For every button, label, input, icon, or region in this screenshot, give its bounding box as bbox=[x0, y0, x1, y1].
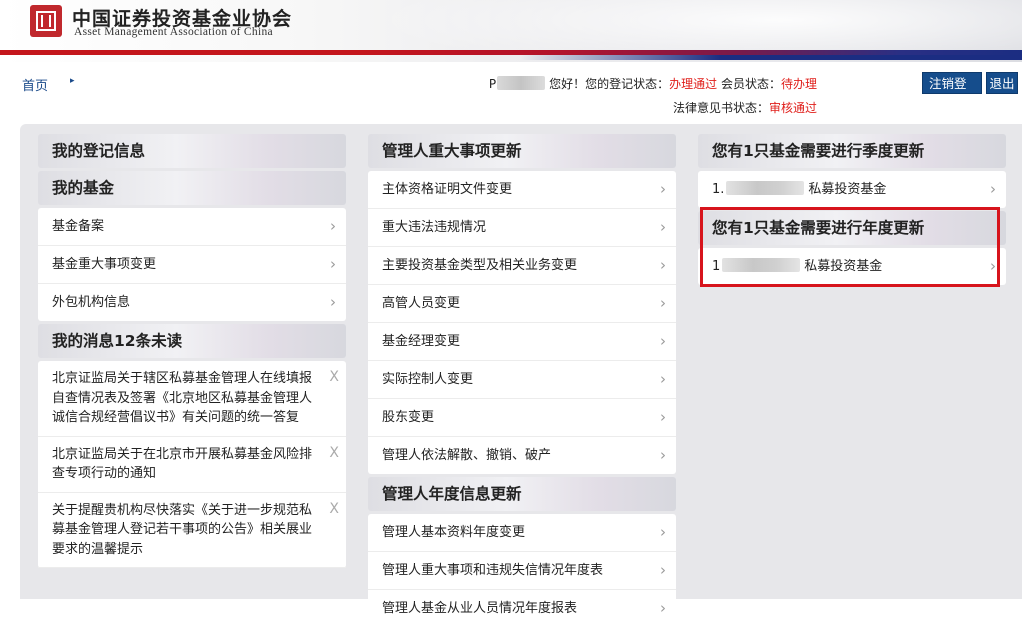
fund-index: 1. bbox=[712, 182, 725, 197]
menu-item-fund-major-change[interactable]: 基金重大事项变更 › bbox=[38, 246, 346, 284]
chevron-right-icon: › bbox=[660, 523, 666, 541]
menu-item-label: 基金经理变更 bbox=[382, 334, 461, 349]
menu-item-fund-type-change[interactable]: 主要投资基金类型及相关业务变更 › bbox=[368, 247, 676, 285]
redacted-fund-name bbox=[726, 181, 805, 195]
column-fund-updates: 您有1只基金需要进行季度更新 1. 私募投资基金 › 您有1只基金需要进行年度更新 … bbox=[698, 134, 1006, 288]
status-line: P 您好！您的登记状态：办理通过 会员状态：待办理 bbox=[489, 75, 817, 92]
annual-fund-item[interactable]: 1 私募投资基金 › bbox=[698, 248, 1006, 285]
fund-type: 私募投资基金 bbox=[808, 182, 887, 197]
chevron-right-icon: › bbox=[330, 217, 336, 235]
menu-item-label: 外包机构信息 bbox=[52, 295, 131, 310]
menu-item-label: 高管人员变更 bbox=[382, 296, 461, 311]
annual-fund-list: 1 私募投资基金 › bbox=[698, 248, 1006, 285]
org-name-en: Asset Management Association of China bbox=[74, 26, 273, 38]
user-prefix: P bbox=[488, 77, 497, 91]
reg-status: 办理通过 bbox=[669, 77, 718, 91]
header-stripe-blue bbox=[520, 55, 1022, 60]
legal-label: 法律意见书状态： bbox=[672, 101, 769, 115]
chevron-right-icon: › bbox=[660, 446, 666, 464]
major-updates-menu: 主体资格证明文件变更 › 重大违法违规情况 › 主要投资基金类型及相关业务变更 › 高… bbox=[368, 171, 676, 474]
section-annual-fund-update: 您有1只基金需要进行年度更新 bbox=[698, 211, 1006, 245]
legal-status: 审核通过 bbox=[768, 101, 817, 115]
message-item[interactable]: 关于提醒贵机构尽快落实《关于进一步规范私募基金管理人登记若干事项的公告》相关展业… bbox=[38, 493, 346, 568]
quarterly-fund-item[interactable]: 1. 私募投资基金 › bbox=[698, 171, 1006, 208]
chevron-right-icon: › bbox=[660, 332, 666, 350]
menu-item-label: 基金重大事项变更 bbox=[52, 257, 157, 272]
menu-item-qualification-change[interactable]: 主体资格证明文件变更 › bbox=[368, 171, 676, 209]
menu-item-label: 重大违法违规情况 bbox=[382, 220, 487, 235]
message-list: 北京证监局关于辖区私募基金管理人在线填报自查情况表及签署《北京地区私募基金管理人… bbox=[38, 361, 346, 568]
section-annual-updates: 管理人年度信息更新 bbox=[368, 477, 676, 511]
section-major-updates: 管理人重大事项更新 bbox=[368, 134, 676, 168]
site-header: 中国证券投资基金业协会 Asset Management Association… bbox=[0, 0, 1022, 62]
menu-item-annual-violations[interactable]: 管理人重大事项和违规失信情况年度表 › bbox=[368, 552, 676, 590]
close-icon[interactable]: X bbox=[329, 444, 339, 464]
menu-item-annual-basic-info[interactable]: 管理人基本资料年度变更 › bbox=[368, 514, 676, 552]
message-text: 关于提醒贵机构尽快落实《关于进一步规范私募基金管理人登记若干事项的公告》相关展业… bbox=[52, 502, 313, 557]
menu-item-label: 主体资格证明文件变更 bbox=[382, 182, 513, 197]
section-messages: 我的消息12条未读 bbox=[38, 324, 346, 358]
fund-type: 私募投资基金 bbox=[804, 259, 883, 274]
member-label: 会员状态： bbox=[720, 77, 781, 91]
fund-index: 1 bbox=[712, 259, 721, 274]
redacted-username bbox=[497, 76, 546, 90]
column-my-info: 我的登记信息 我的基金 基金备案 › 基金重大事项变更 › 外包机构信息 › 我的消息… bbox=[38, 134, 346, 571]
menu-item-label: 管理人重大事项和违规失信情况年度表 bbox=[382, 563, 604, 578]
logout-button[interactable]: 退出 bbox=[986, 72, 1018, 94]
section-my-funds: 我的基金 bbox=[38, 171, 346, 205]
cancel-registration-button[interactable]: 注销登记 bbox=[922, 72, 982, 113]
menu-item-label: 管理人基金从业人员情况年度报表 bbox=[382, 601, 578, 616]
section-quarterly-update: 您有1只基金需要进行季度更新 bbox=[698, 134, 1006, 168]
menu-item-executive-change[interactable]: 高管人员变更 › bbox=[368, 285, 676, 323]
amac-logo-icon bbox=[30, 5, 62, 37]
greeting-text: 您好！您的登记状态： bbox=[549, 77, 670, 91]
chevron-right-icon: › bbox=[660, 294, 666, 312]
legal-status-line: 法律意见书状态：审核通过 bbox=[673, 99, 817, 116]
member-status: 待办理 bbox=[780, 77, 817, 91]
chevron-right-icon: › bbox=[660, 599, 666, 617]
menu-item-violations[interactable]: 重大违法违规情况 › bbox=[368, 209, 676, 247]
menu-item-controller-change[interactable]: 实际控制人变更 › bbox=[368, 361, 676, 399]
chevron-right-icon: › bbox=[660, 218, 666, 236]
home-link[interactable]: 首页 bbox=[22, 75, 48, 94]
quarterly-fund-list: 1. 私募投资基金 › bbox=[698, 171, 1006, 208]
menu-item-fund-manager-change[interactable]: 基金经理变更 › bbox=[368, 323, 676, 361]
menu-item-outsourcing-info[interactable]: 外包机构信息 › bbox=[38, 284, 346, 321]
menu-item-label: 主要投资基金类型及相关业务变更 bbox=[382, 258, 578, 273]
menu-item-label: 管理人基本资料年度变更 bbox=[382, 525, 526, 540]
menu-item-label: 基金备案 bbox=[52, 219, 105, 234]
annual-updates-menu: 管理人基本资料年度变更 › 管理人重大事项和违规失信情况年度表 › 管理人基金从业人… bbox=[368, 514, 676, 627]
menu-item-label: 股东变更 bbox=[382, 410, 435, 425]
chevron-right-icon: › bbox=[990, 180, 996, 198]
chevron-right-icon: › bbox=[990, 257, 996, 275]
fund-menu: 基金备案 › 基金重大事项变更 › 外包机构信息 › bbox=[38, 208, 346, 321]
chevron-right-icon: › bbox=[330, 255, 336, 273]
menu-item-dissolution[interactable]: 管理人依法解散、撤销、破产 › bbox=[368, 437, 676, 474]
close-icon[interactable]: X bbox=[329, 368, 339, 388]
message-item[interactable]: 北京证监局关于在北京市开展私募基金风险排查专项行动的通知 X bbox=[38, 437, 346, 493]
menu-item-annual-staff[interactable]: 管理人基金从业人员情况年度报表 › bbox=[368, 590, 676, 627]
close-icon[interactable]: X bbox=[329, 500, 339, 520]
chevron-right-icon: › bbox=[660, 370, 666, 388]
breadcrumb-arrow-icon: ▸ bbox=[70, 76, 75, 86]
message-item[interactable]: 北京证监局关于辖区私募基金管理人在线填报自查情况表及签署《北京地区私募基金管理人… bbox=[38, 361, 346, 437]
menu-item-label: 实际控制人变更 bbox=[382, 372, 474, 387]
menu-item-fund-filing[interactable]: 基金备案 › bbox=[38, 208, 346, 246]
menu-item-shareholder-change[interactable]: 股东变更 › bbox=[368, 399, 676, 437]
message-text: 北京证监局关于辖区私募基金管理人在线填报自查情况表及签署《北京地区私募基金管理人… bbox=[52, 371, 313, 425]
section-registration-info[interactable]: 我的登记信息 bbox=[38, 134, 346, 168]
menu-item-label: 管理人依法解散、撤销、破产 bbox=[382, 448, 552, 463]
chevron-right-icon: › bbox=[660, 256, 666, 274]
redacted-fund-name bbox=[722, 258, 801, 272]
chevron-right-icon: › bbox=[330, 293, 336, 311]
chevron-right-icon: › bbox=[660, 180, 666, 198]
chevron-right-icon: › bbox=[660, 561, 666, 579]
chevron-right-icon: › bbox=[660, 408, 666, 426]
message-text: 北京证监局关于在北京市开展私募基金风险排查专项行动的通知 bbox=[52, 446, 313, 482]
column-manager-updates: 管理人重大事项更新 主体资格证明文件变更 › 重大违法违规情况 › 主要投资基金类型… bbox=[368, 134, 676, 630]
